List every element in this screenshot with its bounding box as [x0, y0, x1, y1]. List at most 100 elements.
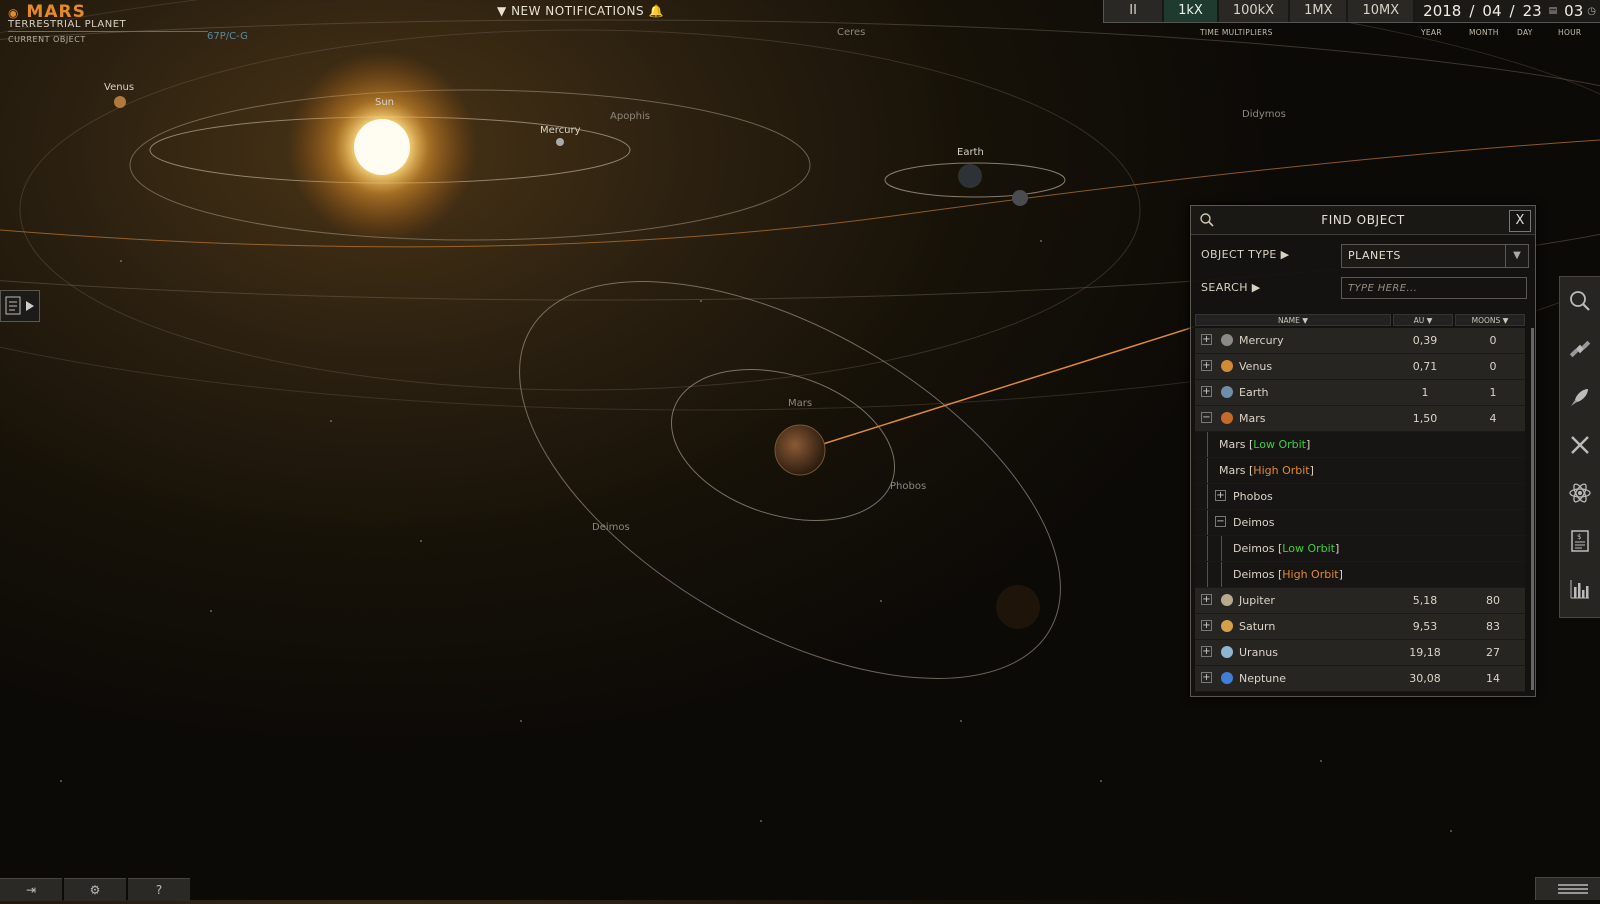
planet-row[interactable]: + Venus 0,71 0	[1195, 354, 1525, 380]
planet-row[interactable]: + Earth 1 1	[1195, 380, 1525, 406]
find-object-panel: FIND OBJECT X OBJECT TYPE ▶ PLANETS ▼ SE…	[1190, 205, 1536, 697]
date-separator: /	[1509, 2, 1515, 20]
orbit-row[interactable]: Mars [High Orbit]	[1195, 458, 1525, 484]
expand-toggle[interactable]: +	[1201, 620, 1212, 631]
ceres-label[interactable]: Ceres	[837, 27, 865, 38]
clock-icon[interactable]: ◷	[1587, 6, 1596, 17]
planet-au: 30,08	[1409, 672, 1441, 685]
planet-icon	[1221, 386, 1233, 398]
phobos-label[interactable]: Phobos	[890, 481, 926, 492]
orbit-altitude: High Orbit	[1282, 568, 1339, 581]
orbit-altitude: Low Orbit	[1282, 542, 1335, 555]
year-label: YEAR	[1421, 28, 1442, 37]
search-icon[interactable]	[1568, 289, 1592, 313]
column-name-header[interactable]: NAME ▼	[1195, 314, 1391, 326]
expand-toggle[interactable]: −	[1201, 412, 1212, 423]
expand-toggle[interactable]: +	[1201, 672, 1212, 683]
orbit-row[interactable]: Deimos [High Orbit]	[1195, 562, 1525, 588]
mars-label[interactable]: Mars	[788, 398, 812, 409]
apophis-label[interactable]: Apophis	[610, 111, 650, 122]
tree-line	[1207, 458, 1208, 483]
mercury-label[interactable]: Mercury	[540, 125, 581, 136]
planet-row[interactable]: + Mercury 0,39 0	[1195, 328, 1525, 354]
help-icon[interactable]: ?	[128, 878, 190, 901]
multiplier-100kx-button[interactable]: 100kX	[1218, 0, 1289, 22]
multiplier-1kx-button[interactable]: 1kX	[1164, 0, 1217, 22]
object-type-value: PLANETS	[1348, 249, 1401, 262]
bottom-toolbar: ⇥ ⚙ ?	[0, 878, 190, 901]
planet-icon	[1221, 412, 1233, 424]
notifications-toggle[interactable]: ▼ NEW NOTIFICATIONS 🔔	[497, 4, 664, 18]
rocket-icon[interactable]	[1568, 385, 1592, 409]
moon-row[interactable]: − Deimos	[1195, 510, 1525, 536]
multiplier-10mx-button[interactable]: 10MX	[1348, 0, 1414, 22]
planet-moons: 27	[1486, 646, 1500, 659]
tracked-object-code[interactable]: 67P/C-G	[207, 31, 248, 42]
planet-row[interactable]: + Neptune 30,08 14	[1195, 666, 1525, 692]
planet-au: 19,18	[1409, 646, 1441, 659]
tree-line	[1207, 536, 1208, 561]
scrollbar[interactable]	[1531, 328, 1534, 690]
search-input[interactable]	[1341, 277, 1527, 299]
current-object-caption: CURRENT OBJECT	[8, 35, 86, 44]
tree-line	[1207, 510, 1208, 535]
orbit-body: Mars	[1219, 464, 1246, 477]
expand-toggle[interactable]: +	[1201, 360, 1212, 371]
orbit-name: Mars [High Orbit]	[1219, 464, 1314, 477]
orbit-row[interactable]: Mars [Low Orbit]	[1195, 432, 1525, 458]
tree-line	[1207, 432, 1208, 457]
month-value[interactable]: 04	[1478, 0, 1505, 22]
planet-row[interactable]: + Saturn 9,53 83	[1195, 614, 1525, 640]
planet-icon	[1221, 620, 1233, 632]
expand-toggle[interactable]: +	[1201, 334, 1212, 345]
calendar-icon[interactable]: ▤	[1546, 6, 1561, 16]
find-object-title: FIND OBJECT	[1321, 213, 1405, 227]
expand-toggle[interactable]: −	[1215, 516, 1226, 527]
planet-row[interactable]: + Uranus 19,18 27	[1195, 640, 1525, 666]
earth-label[interactable]: Earth	[957, 147, 984, 158]
year-value[interactable]: 2018	[1419, 0, 1465, 22]
moon-name: Phobos	[1233, 490, 1273, 503]
planet-au: 1	[1421, 386, 1429, 399]
current-object-type: TERRESTRIAL PLANET	[8, 19, 127, 30]
moon-name: Deimos	[1233, 516, 1275, 529]
expand-toggle[interactable]: +	[1215, 490, 1226, 501]
orbit-altitude: Low Orbit	[1253, 438, 1306, 451]
satellite-icon[interactable]	[1568, 337, 1592, 361]
multiplier-1mx-button[interactable]: 1MX	[1290, 0, 1347, 22]
expand-toggle[interactable]: +	[1201, 386, 1212, 397]
orbit-body: Deimos	[1233, 568, 1275, 581]
column-moons-header[interactable]: MOONS ▼	[1455, 314, 1525, 326]
planet-name: Mars	[1239, 412, 1266, 425]
expand-toggle[interactable]: +	[1201, 646, 1212, 657]
info-panel-toggle[interactable]	[0, 290, 40, 322]
settings-icon[interactable]: ⚙	[64, 878, 126, 901]
pause-button[interactable]: II	[1104, 0, 1163, 22]
table-header: NAME ▼ AU ▼ MOONS ▼	[1195, 314, 1525, 326]
planet-name: Jupiter	[1239, 594, 1275, 607]
tools-icon[interactable]	[1568, 433, 1592, 457]
orbit-row[interactable]: Deimos [Low Orbit]	[1195, 536, 1525, 562]
planet-row[interactable]: + Jupiter 5,18 80	[1195, 588, 1525, 614]
main-menu-button[interactable]	[1535, 877, 1600, 900]
venus-label[interactable]: Venus	[104, 82, 134, 93]
planet-name: Mercury	[1239, 334, 1284, 347]
column-au-header[interactable]: AU ▼	[1393, 314, 1453, 326]
planet-moons: 4	[1489, 412, 1497, 425]
day-value[interactable]: 23	[1519, 0, 1546, 22]
deimos-label[interactable]: Deimos	[592, 522, 630, 533]
expand-toggle[interactable]: +	[1201, 594, 1212, 605]
moon-row[interactable]: + Phobos	[1195, 484, 1525, 510]
bar-chart-icon[interactable]	[1568, 577, 1592, 601]
exit-icon[interactable]: ⇥	[0, 878, 62, 901]
hamburger-menu-icon	[1558, 884, 1588, 894]
close-icon[interactable]: X	[1509, 210, 1531, 232]
didymos-label[interactable]: Didymos	[1242, 109, 1286, 120]
chevron-down-icon[interactable]: ▼	[1505, 245, 1528, 267]
sun-label[interactable]: Sun	[375, 97, 394, 108]
atom-icon[interactable]	[1568, 481, 1592, 505]
hour-value[interactable]: 03	[1560, 0, 1587, 22]
object-type-select[interactable]: PLANETS ▼	[1341, 244, 1529, 268]
planet-row[interactable]: − Mars 1,50 4	[1195, 406, 1525, 432]
finance-report-icon[interactable]: $	[1568, 529, 1592, 553]
